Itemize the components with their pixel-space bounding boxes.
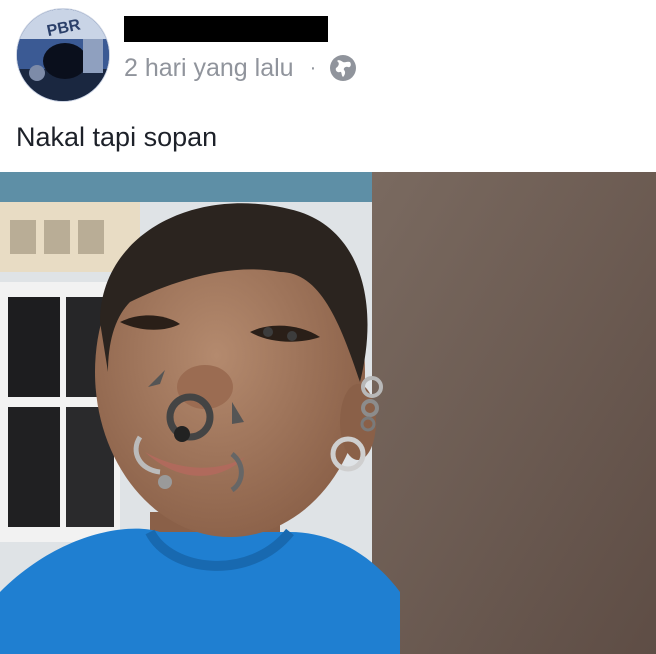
post-meta: 2 hari yang lalu · — [124, 52, 358, 84]
post-caption: Nakal tapi sopan — [16, 122, 218, 152]
facebook-post: PBR 2 hari yang lalu · Nakal tapi sopan — [0, 0, 656, 654]
photo-illustration — [0, 172, 656, 654]
meta-separator: · — [309, 56, 317, 79]
redacted-username — [124, 16, 328, 42]
post-header: PBR 2 hari yang lalu · — [0, 0, 656, 110]
avatar-image: PBR — [17, 9, 109, 101]
avatar[interactable]: PBR — [16, 8, 110, 102]
post-timestamp[interactable]: 2 hari yang lalu — [124, 54, 294, 83]
post-photo[interactable] — [0, 172, 656, 654]
globe-icon[interactable] — [328, 53, 358, 83]
